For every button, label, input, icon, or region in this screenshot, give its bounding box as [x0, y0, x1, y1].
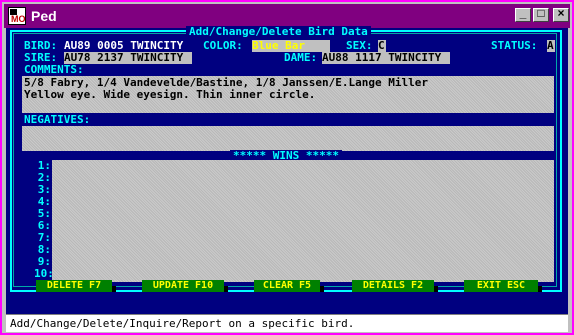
close-button[interactable]: × — [553, 6, 569, 22]
maximize-button[interactable]: □ — [533, 6, 549, 22]
app-window: MO Ped _ □ × Add/Change/Delete Bird Data… — [0, 0, 574, 335]
status-text: Add/Change/Delete/Inquire/Report on a sp… — [10, 317, 355, 330]
comments-field[interactable]: 5/8 Fabry, 1/4 Vandevelde/Bastine, 1/8 J… — [22, 76, 554, 113]
status-label: STATUS: — [491, 39, 538, 52]
dame-label: DAME: — [284, 51, 318, 64]
comments-label: COMMENTS: — [24, 63, 84, 76]
update-button[interactable]: UPDATE F10 — [142, 280, 224, 292]
status-bar: Add/Change/Delete/Inquire/Report on a sp… — [6, 314, 568, 332]
clear-button[interactable]: CLEAR F5 — [254, 280, 320, 292]
color-label: COLOR: — [203, 39, 243, 52]
maximize-icon: □ — [537, 6, 545, 20]
negatives-label: NEGATIVES: — [24, 113, 91, 126]
exit-button[interactable]: EXIT ESC — [464, 280, 538, 292]
wins-number-column: 1: 2: 3: 4: 5: 6: 7: 8: 9: 10: — [34, 160, 54, 280]
app-icon[interactable]: MO — [8, 7, 26, 25]
dos-screen: Add/Change/Delete Bird Data BIRD: AU89 0… — [6, 26, 568, 332]
delete-button[interactable]: DELETE F7 — [36, 280, 112, 292]
dame-field[interactable]: AU88 1117 TWINCITY — [322, 52, 450, 64]
function-key-bar: DELETE F7 UPDATE F10 CLEAR F5 DETAILS F2… — [6, 280, 568, 298]
negatives-field[interactable] — [22, 126, 554, 151]
status-field[interactable]: A — [547, 40, 555, 52]
window-title: Ped — [31, 8, 57, 24]
win-number: 10: — [34, 267, 54, 280]
details-button[interactable]: DETAILS F2 — [352, 280, 434, 292]
comments-line-2: Yellow eye. Wide eyesign. Thin inner cir… — [24, 88, 316, 101]
wins-field[interactable] — [52, 160, 554, 282]
minimize-icon: _ — [519, 6, 527, 20]
close-icon: × — [557, 6, 565, 20]
form-title: Add/Change/Delete Bird Data — [186, 26, 371, 38]
minimize-button[interactable]: _ — [515, 6, 531, 22]
